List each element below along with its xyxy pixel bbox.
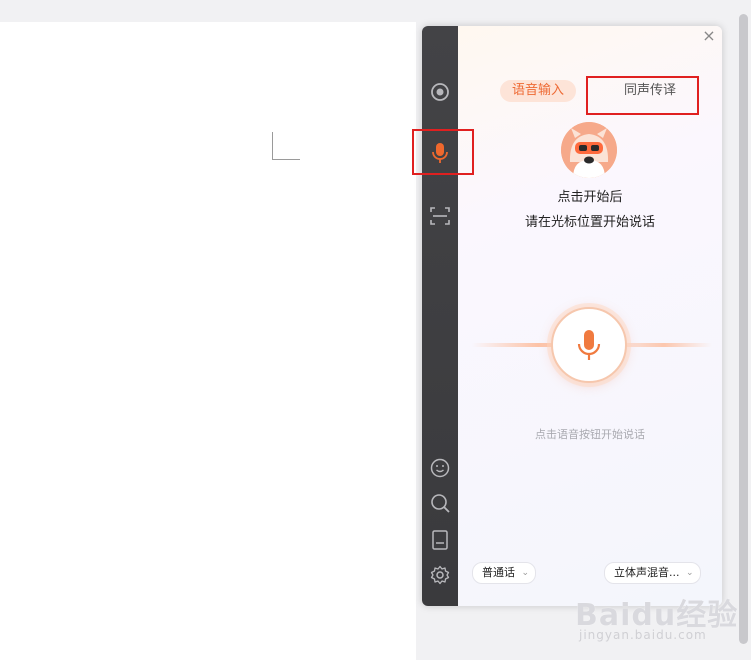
search-icon[interactable] (427, 490, 453, 516)
start-voice-button[interactable] (551, 307, 627, 383)
baidu-watermark: Baidu经验 jingyan.baidu.com (575, 590, 745, 650)
emoji-icon[interactable] (427, 455, 453, 481)
avatar (561, 122, 617, 178)
language-select-value: 普通话 (482, 566, 515, 579)
target-icon[interactable] (427, 79, 453, 105)
settings-icon[interactable] (427, 562, 453, 588)
chevron-down-icon: ⌄ (685, 568, 694, 578)
audio-select-value: 立体声混音... (614, 566, 680, 579)
vertical-scrollbar[interactable] (736, 0, 751, 660)
close-icon[interactable]: × (701, 28, 717, 44)
highlight-box-interpretation-tab (586, 76, 699, 115)
highlight-box-microphone (412, 129, 474, 175)
hint-line-2: 请在光标位置开始说话 (524, 215, 655, 230)
hint-line-1: 点击开始后 (557, 190, 623, 205)
language-select[interactable]: 普通话 ⌄ (472, 562, 536, 584)
scan-icon[interactable] (427, 203, 453, 229)
scrollbar-thumb[interactable] (739, 14, 748, 644)
side-toolbar (422, 26, 458, 606)
window-top-band (0, 0, 751, 22)
audio-source-select[interactable]: 立体声混音... ⌄ (604, 562, 701, 584)
chevron-down-icon: ⌄ (521, 568, 529, 578)
microphone-icon (577, 330, 601, 360)
mic-hint: 点击语音按钮开始说话 (535, 428, 645, 441)
tab-voice-input[interactable]: 语音输入 (500, 80, 577, 102)
document-page[interactable] (0, 22, 416, 660)
text-cursor-corner (272, 132, 300, 160)
note-icon[interactable] (427, 527, 453, 553)
watermark-sub: jingyan.baidu.com (579, 628, 707, 642)
